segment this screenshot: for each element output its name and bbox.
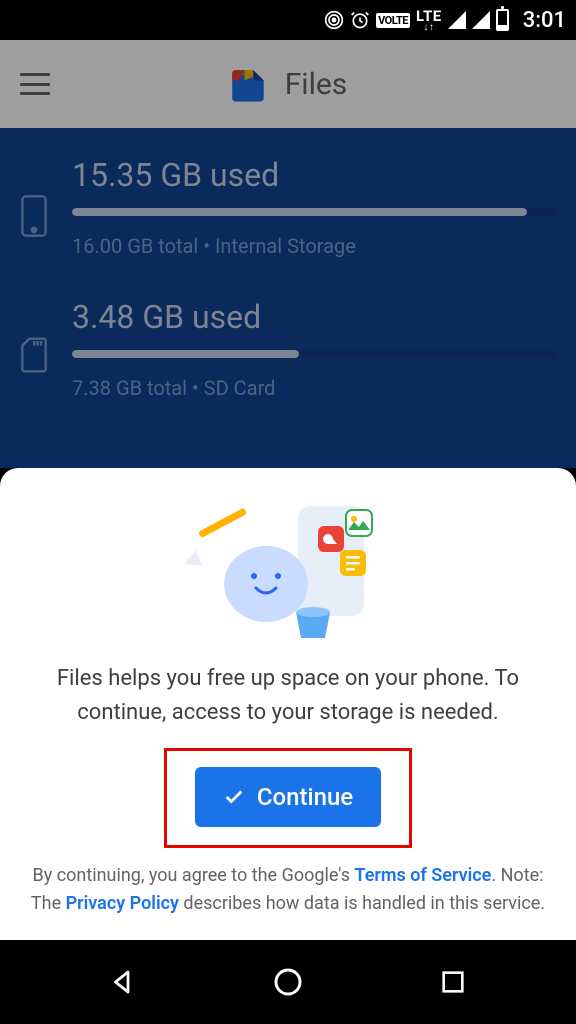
android-nav-bar	[0, 940, 576, 1024]
signal-sim1-icon	[448, 11, 466, 29]
back-button[interactable]	[103, 962, 143, 1002]
internal-progress-fill	[72, 208, 527, 216]
alarm-icon	[350, 10, 370, 30]
battery-icon	[496, 9, 509, 31]
sd-progress-bar	[72, 350, 556, 358]
check-icon	[223, 786, 245, 808]
cleanup-illustration	[24, 494, 552, 644]
app-header: Files	[0, 40, 576, 128]
home-button[interactable]	[268, 962, 308, 1002]
terms-link[interactable]: Terms of Service	[354, 865, 491, 886]
volte-badge: VOLTE	[376, 13, 410, 28]
phone-icon	[20, 194, 50, 242]
network-type: LTE↓↑	[416, 9, 442, 32]
signal-sim2-icon	[472, 11, 490, 29]
status-clock: 3:01	[523, 8, 566, 33]
sd-progress-fill	[72, 350, 299, 358]
permission-sheet: Files helps you free up space on your ph…	[0, 468, 576, 940]
hotspot-icon	[324, 10, 344, 30]
app-title: Files	[285, 67, 348, 102]
sd-sub-label: 7.38 GB total • SD Card	[72, 376, 556, 400]
legal-text: By continuing, you agree to the Google's…	[24, 862, 552, 918]
sd-card-icon	[20, 336, 50, 378]
files-app-logo-icon	[229, 63, 271, 105]
permission-message: Files helps you free up space on your ph…	[24, 662, 552, 730]
highlighted-region: Continue	[164, 748, 412, 848]
storage-internal[interactable]: 15.35 GB used 16.00 GB total • Internal …	[20, 156, 556, 258]
continue-button-label: Continue	[257, 783, 353, 811]
continue-button[interactable]: Continue	[195, 767, 381, 827]
storage-sd[interactable]: 3.48 GB used 7.38 GB total • SD Card	[20, 298, 556, 400]
sd-used-label: 3.48 GB used	[72, 298, 556, 336]
menu-button[interactable]	[20, 73, 50, 95]
recents-button[interactable]	[433, 962, 473, 1002]
status-bar: VOLTE LTE↓↑ 3:01	[0, 0, 576, 40]
internal-sub-label: 16.00 GB total • Internal Storage	[72, 234, 556, 258]
storage-overview: 15.35 GB used 16.00 GB total • Internal …	[0, 128, 576, 468]
privacy-link[interactable]: Privacy Policy	[66, 893, 179, 914]
internal-progress-bar	[72, 208, 556, 216]
internal-used-label: 15.35 GB used	[72, 156, 556, 194]
